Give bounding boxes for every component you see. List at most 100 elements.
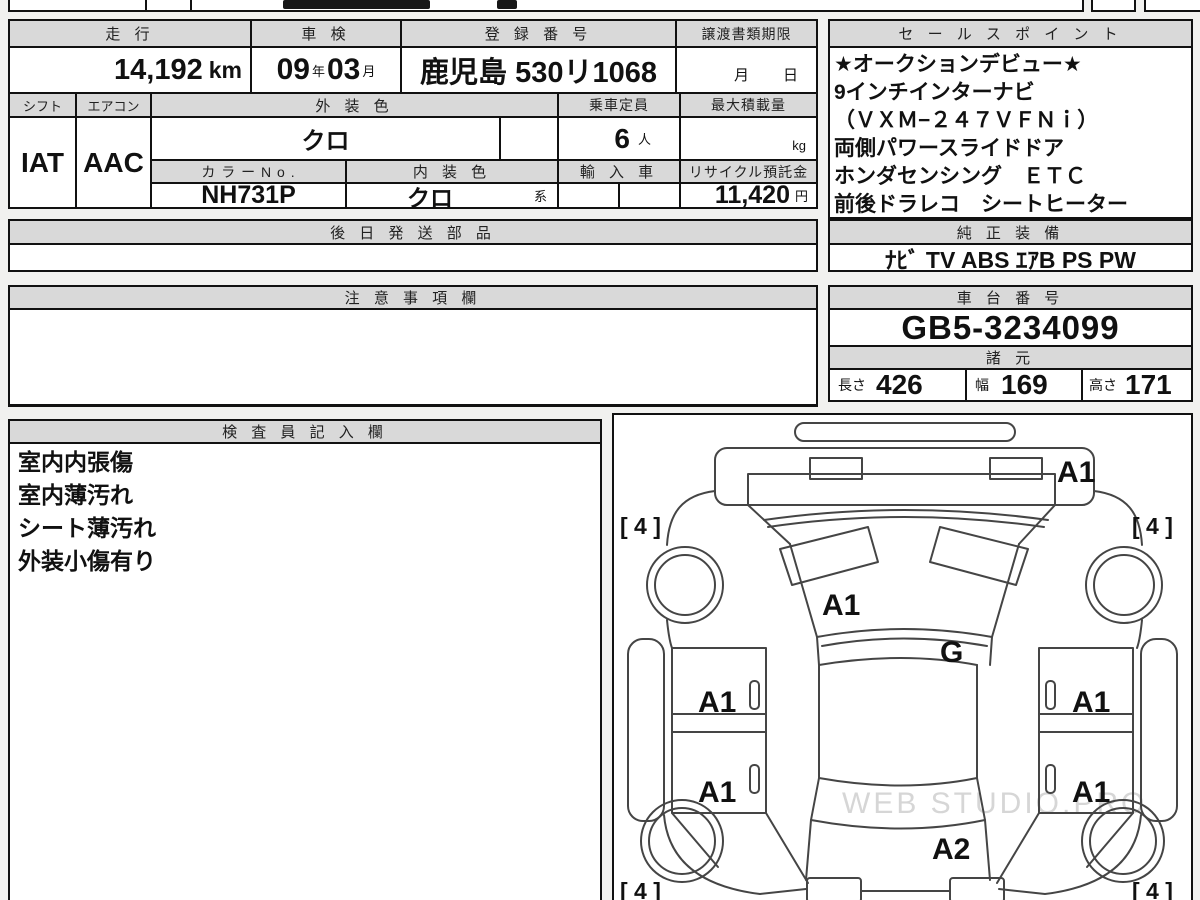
capacity-value: 6 [614, 122, 630, 154]
oem-equipment-label: 純 正 装 備 [956, 224, 1065, 242]
specs-header: 諸 元 [828, 345, 1193, 370]
hood-side-right [991, 543, 1020, 638]
shift-value-cell: IAT [8, 116, 77, 209]
aircon-label: エアコン [87, 98, 140, 114]
max-load-label: 最大積載量 [711, 97, 786, 113]
interior-color-suffix: 系 [533, 189, 547, 204]
mark-door-rr-a1: A1 [1072, 776, 1110, 809]
recycle-unit: 円 [794, 189, 808, 204]
fender-front-left [666, 490, 716, 546]
spec-length-label: 長さ [838, 377, 866, 393]
sales-point-line: 両側パワースライドドア [834, 137, 1064, 160]
transfer-day-unit: 日 [782, 67, 798, 84]
car-top-view-diagram: A1 A1 G A1 A1 A1 A1 A2 [ 4 ] [ 4 ] [ 4 ]… [620, 422, 1178, 900]
color-no-value-cell: NH731P [150, 181, 347, 209]
inspector-notes-label: 検 査 員 記 入 欄 [222, 424, 388, 441]
door-handle-rl [749, 764, 760, 794]
max-load-header: 最大積載量 [679, 92, 818, 118]
sill-right-shape [1140, 638, 1178, 822]
capacity-header: 乗車定員 [557, 92, 681, 118]
import-value-cell-2 [618, 182, 681, 209]
divider [190, 0, 192, 10]
exterior-color-value-cell: クロ [150, 116, 501, 161]
front-left-tire [646, 546, 724, 624]
transfer-month-unit: 月 [733, 67, 749, 84]
recycle-label: リサイクル預託金 [688, 163, 809, 180]
sales-point-line: ホンダセンシング ＥＴＣ [834, 165, 1086, 188]
capacity-unit: 人 [637, 132, 651, 147]
front-fascia-shape [714, 447, 1095, 506]
front-bumper-shape [794, 422, 1016, 442]
damage-diagram-box: WEB STUDIO.PRO A1 A1 G A1 A1 A1 A1 A2 [… [612, 413, 1193, 900]
capacity-label: 乗車定員 [589, 97, 649, 113]
front-light-right-shape [989, 457, 1043, 480]
top-cutoff-row [8, 0, 1084, 12]
aircon-value-cell: AAC [75, 116, 152, 209]
cutoff-text-fragment [283, 0, 430, 9]
import-value-cell-1 [557, 182, 620, 209]
cutoff-text-fragment [497, 0, 517, 9]
specs-label: 諸 元 [985, 350, 1036, 367]
exterior-color-header: 外 装 色 [150, 92, 559, 118]
transfer-docs-value-cell: 月 日 [675, 46, 818, 94]
mark-door-fr-a1: A1 [1072, 686, 1110, 719]
rear-window-curve [810, 819, 986, 830]
mark-door-rl-a1: A1 [698, 776, 736, 809]
sales-point-line: 9インチインターナビ [834, 81, 1035, 104]
mark-front-a1: A1 [1057, 456, 1095, 489]
roof-bottom-curve [818, 777, 978, 787]
sales-point-line: 前後ドラレコ シートヒーター [834, 193, 1128, 216]
capacity-value-cell: 6 人 [557, 116, 681, 161]
interior-color-value: クロ [407, 184, 453, 211]
shift-value: IAT [20, 146, 65, 178]
tailgate-side-right [984, 819, 991, 881]
sales-points-body: ★オークションデビュー★ 9インチインターナビ （ＶＸＭ−２４７ＶＦＮｉ） 両側… [828, 46, 1193, 219]
interior-color-value-cell: クロ 系 [345, 182, 559, 211]
chassis-no-value-cell: GB5-3234099 [828, 308, 1193, 347]
shift-label: シフト [22, 98, 62, 114]
max-load-value-cell: kg [679, 116, 818, 161]
later-parts-value-cell [8, 243, 818, 272]
later-parts-label: 後 日 発 送 部 品 [330, 224, 496, 242]
windshield-arc [763, 509, 1049, 521]
inspector-note-line: シート薄汚れ [18, 515, 156, 541]
front-light-left-shape [809, 457, 863, 480]
hood-side-left [789, 543, 818, 638]
front-right-tire [1085, 546, 1163, 624]
shaken-value-cell: 09 年 03 月 [250, 46, 402, 94]
spec-length-cell: 長さ 426 [828, 368, 967, 402]
door-handle-fr [1045, 680, 1056, 710]
sales-point-line: ★オークションデビュー★ [834, 53, 1082, 76]
auction-sheet: 走 行 車 検 登 録 番 号 譲渡書類期限 14,192 km 09 年 03… [0, 0, 1200, 900]
color-no-label: カ ラ ー N o . [201, 163, 296, 180]
inspector-note-line: 外装小傷有り [18, 548, 156, 574]
sales-points-header: セ ー ル ス ポ イ ン ト [828, 19, 1193, 48]
exterior-color-label: 外 装 色 [315, 97, 394, 115]
shaken-month: 03 [327, 53, 361, 86]
import-label: 輸 入 車 [579, 164, 659, 181]
recycle-value-cell: 11,420 円 [679, 181, 818, 209]
oem-equipment-value-cell: ﾅﾋﾞ TV ABS ｴｱB PS PW [828, 243, 1193, 273]
spec-length-value: 426 [876, 369, 923, 400]
exterior-color-extra-cell [499, 116, 559, 161]
mileage-unit: km [208, 56, 242, 83]
tailgate-side-left [805, 819, 812, 881]
taillight-right-shape [949, 877, 1005, 900]
top-cutoff-cell [1144, 0, 1200, 12]
registration-label: 登 録 番 号 [484, 26, 593, 43]
mileage-label: 走 行 [105, 26, 155, 43]
inspector-note-line: 室内薄汚れ [18, 482, 133, 508]
door-handle-fl [749, 680, 760, 710]
spec-height-label: 高さ [1089, 377, 1117, 393]
registration-value-cell: 鹿児島 530リ1068 [400, 46, 677, 94]
later-parts-header: 後 日 発 送 部 品 [8, 219, 818, 245]
import-header: 輸 入 車 [557, 159, 681, 184]
shift-header: シフト [8, 92, 77, 118]
tire-tread-fl: [ 4 ] [620, 513, 661, 539]
top-cutoff-cell [1091, 0, 1136, 12]
inspector-note-line: 室内内張傷 [18, 449, 133, 475]
inspector-notes-header: 検 査 員 記 入 欄 [8, 419, 602, 444]
taillight-left-shape [806, 877, 862, 900]
inspector-notes-body: 室内内張傷 室内薄汚れ シート薄汚れ 外装小傷有り [8, 442, 602, 900]
spec-width-cell: 幅 169 [965, 368, 1083, 402]
